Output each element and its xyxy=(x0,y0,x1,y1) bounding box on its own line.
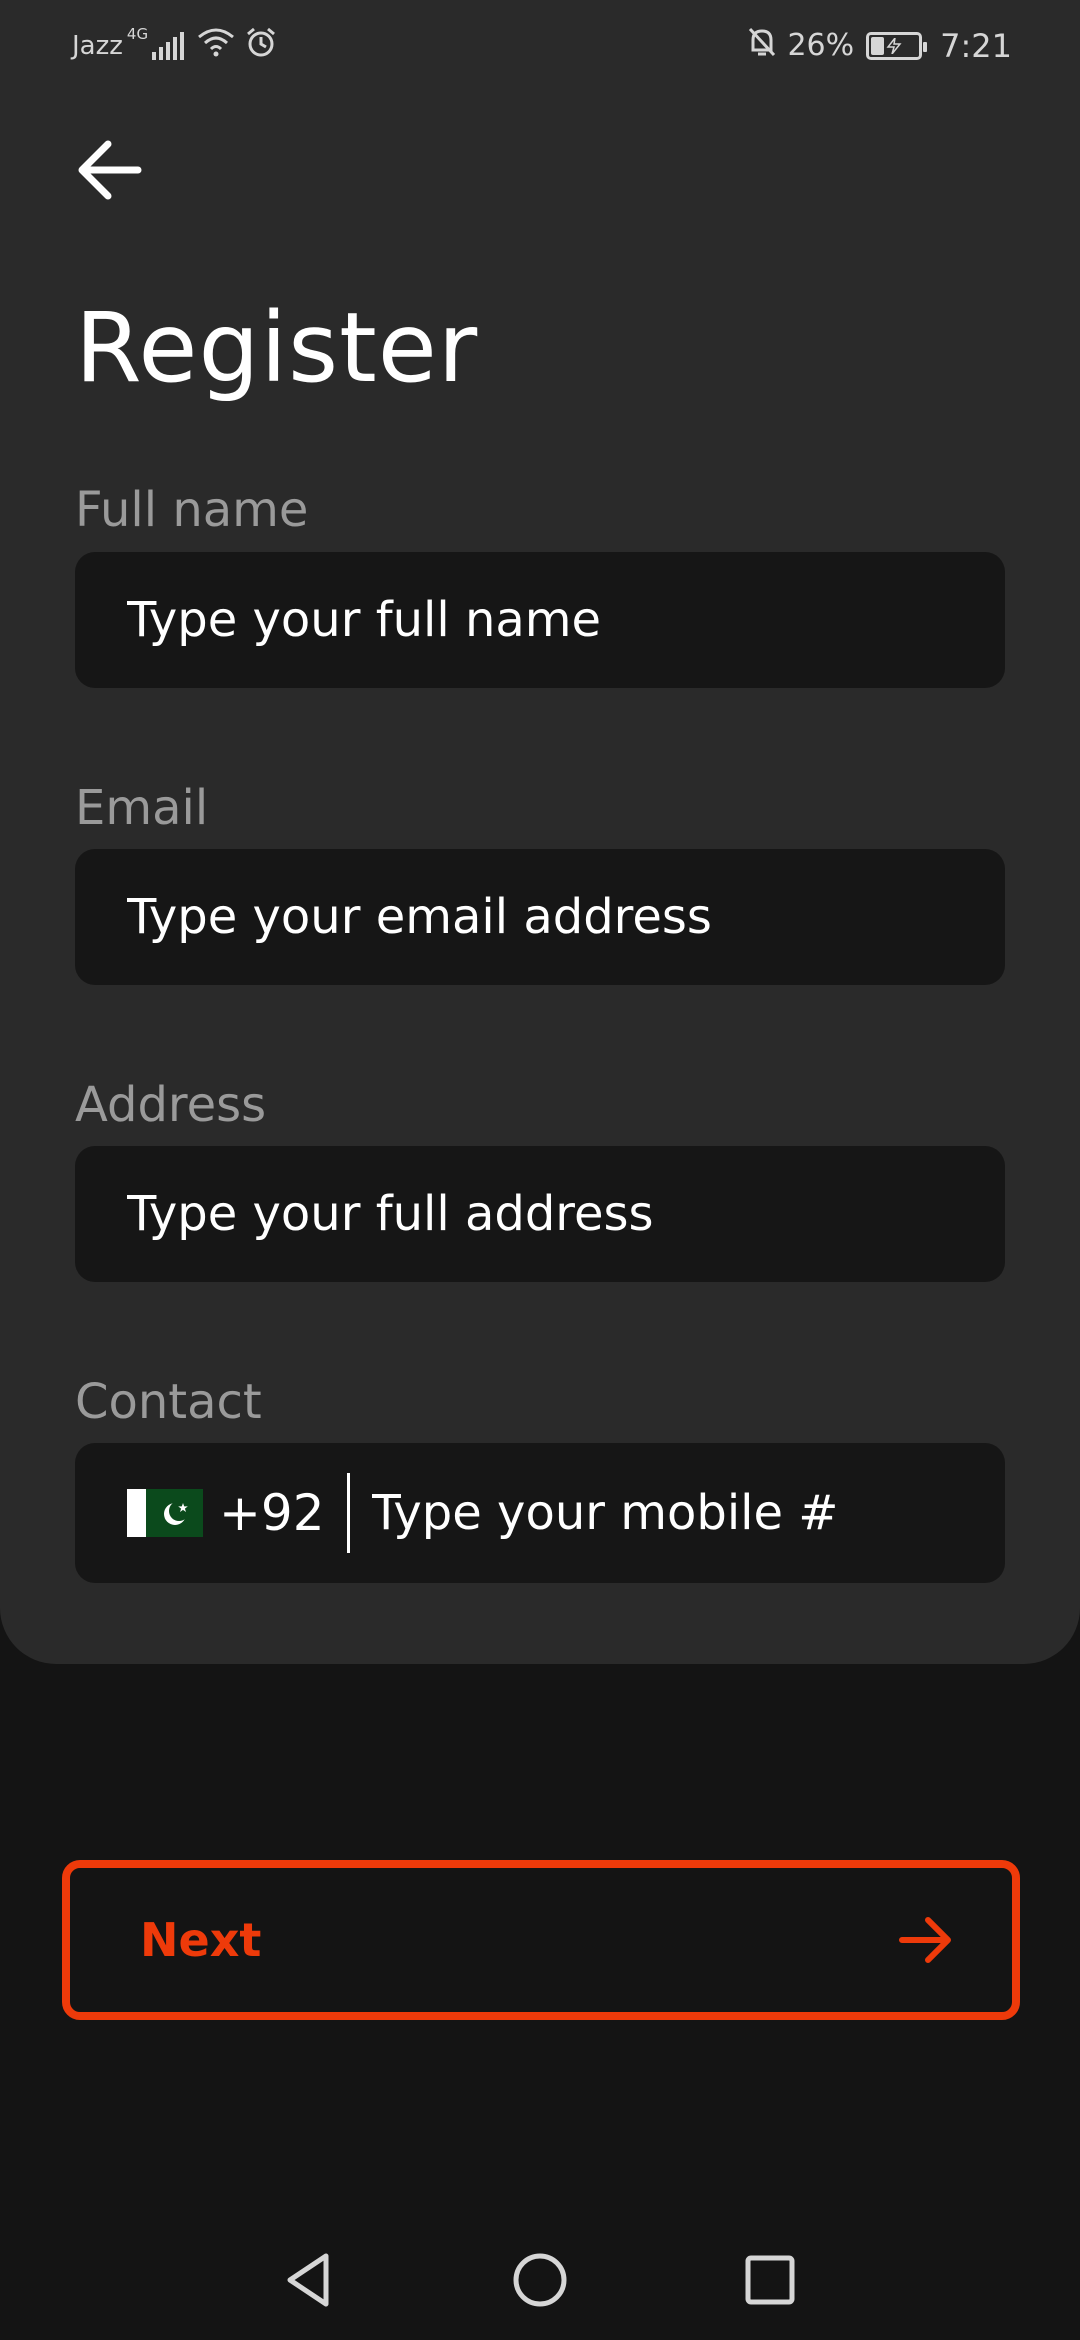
full-name-field[interactable] xyxy=(75,552,1005,688)
carrier-name: Jazz xyxy=(72,30,123,61)
address-label: Address xyxy=(75,1077,267,1133)
status-left: Jazz 4G xyxy=(72,24,277,65)
navigation-bar xyxy=(0,2220,1080,2340)
status-right: 26% 7:21 xyxy=(747,26,1012,65)
contact-label: Contact xyxy=(75,1374,262,1430)
battery-percent: 26% xyxy=(787,28,855,63)
register-screen: Jazz 4G 26% 7:21 Register Full name Type… xyxy=(0,0,1080,2340)
next-button[interactable]: Next xyxy=(62,1860,1020,2020)
email-input[interactable] xyxy=(127,889,947,945)
pakistan-flag-icon[interactable] xyxy=(127,1489,203,1537)
arrow-right-icon xyxy=(899,1917,951,1963)
full-name-input[interactable] xyxy=(127,592,947,648)
mobile-input[interactable] xyxy=(371,1485,932,1541)
next-label: Next xyxy=(140,1913,262,1967)
recents-square-icon[interactable] xyxy=(738,2248,802,2312)
address-field[interactable] xyxy=(75,1146,1005,1282)
back-triangle-icon[interactable] xyxy=(278,2248,342,2312)
arrow-left-icon xyxy=(78,140,142,200)
status-bar: Jazz 4G 26% 7:21 xyxy=(0,0,1080,92)
notifications-off-icon xyxy=(747,26,777,65)
page-title: Register xyxy=(75,292,479,404)
full-name-label: Full name xyxy=(75,482,309,538)
clock-time: 7:21 xyxy=(940,26,1012,65)
contact-divider xyxy=(346,1473,350,1553)
signal-icon xyxy=(152,31,187,60)
country-code[interactable]: +92 xyxy=(219,1484,325,1542)
email-label: Email xyxy=(75,780,209,836)
home-circle-icon[interactable] xyxy=(508,2248,572,2312)
email-field[interactable] xyxy=(75,849,1005,985)
alarm-icon xyxy=(245,26,277,65)
network-type: 4G xyxy=(126,24,149,43)
form-card: Jazz 4G 26% 7:21 Register Full name Type… xyxy=(0,0,1080,1664)
battery-charging-icon xyxy=(866,31,928,60)
battery-level xyxy=(871,36,885,55)
contact-field[interactable]: +92 xyxy=(75,1443,1005,1583)
back-button[interactable] xyxy=(72,132,148,208)
wifi-icon xyxy=(197,27,235,64)
address-input[interactable] xyxy=(127,1186,947,1242)
